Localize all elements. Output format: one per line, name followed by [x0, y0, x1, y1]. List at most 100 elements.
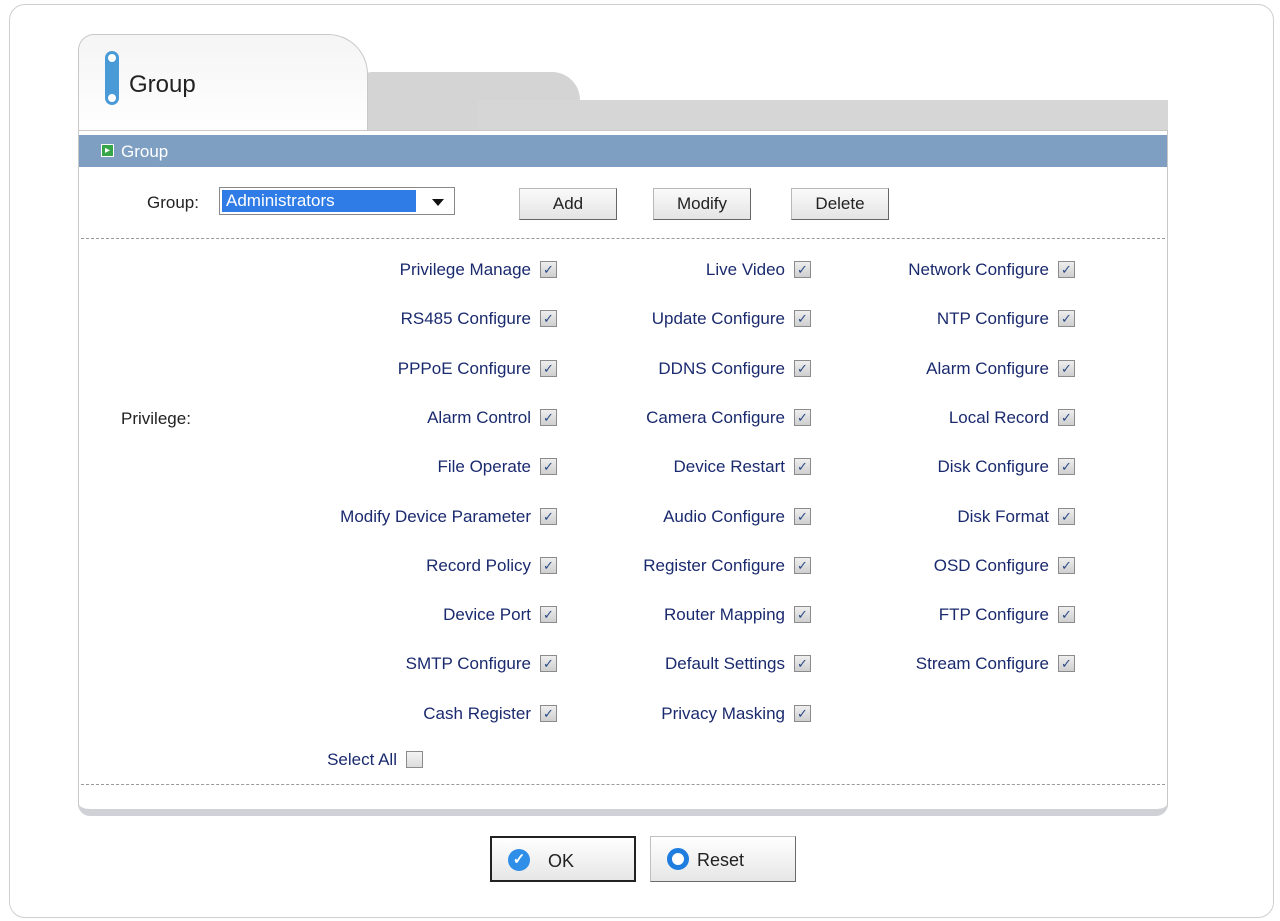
privilege-item[interactable]: Alarm Control ✓ — [257, 407, 557, 429]
privilege-item[interactable]: Stream Configure ✓ — [815, 653, 1075, 675]
privilege-checkbox[interactable]: ✓ — [794, 458, 811, 475]
check-icon: ✓ — [508, 849, 530, 871]
privilege-checkbox[interactable]: ✓ — [540, 458, 557, 475]
tab-pill-icon — [105, 51, 119, 105]
privilege-item[interactable]: Default Settings ✓ — [561, 653, 811, 675]
privilege-item[interactable]: OSD Configure ✓ — [815, 555, 1075, 577]
privilege-label-text: Network Configure — [908, 260, 1049, 279]
privilege-checkbox[interactable]: ✓ — [540, 360, 557, 377]
privilege-item[interactable]: DDNS Configure ✓ — [561, 358, 811, 380]
modify-button[interactable]: Modify — [653, 188, 751, 220]
privilege-checkbox[interactable]: ✓ — [540, 557, 557, 574]
privilege-item[interactable]: Cash Register ✓ — [257, 703, 557, 725]
privilege-label-text: Register Configure — [643, 556, 785, 575]
privilege-checkbox[interactable]: ✓ — [1058, 557, 1075, 574]
privilege-checkbox[interactable]: ✓ — [794, 508, 811, 525]
privilege-checkbox[interactable]: ✓ — [794, 655, 811, 672]
select-all-checkbox[interactable] — [406, 751, 423, 768]
tab-group[interactable]: Group — [78, 34, 368, 138]
privilege-item[interactable]: Update Configure ✓ — [561, 308, 811, 330]
privilege-checkbox[interactable]: ✓ — [794, 310, 811, 327]
privilege-checkbox[interactable]: ✓ — [540, 606, 557, 623]
privilege-item[interactable]: Record Policy ✓ — [257, 555, 557, 577]
privilege-item[interactable]: Device Port ✓ — [257, 604, 557, 626]
privilege-label-text: Local Record — [948, 408, 1049, 427]
privilege-item[interactable]: Device Restart ✓ — [561, 456, 811, 478]
privilege-checkbox[interactable]: ✓ — [540, 655, 557, 672]
privilege-checkbox[interactable]: ✓ — [540, 705, 557, 722]
privilege-checkbox[interactable]: ✓ — [1058, 655, 1075, 672]
privilege-checkbox[interactable]: ✓ — [1058, 606, 1075, 623]
privilege-item[interactable]: Local Record ✓ — [815, 407, 1075, 429]
select-all[interactable]: Select All — [295, 749, 423, 771]
privilege-checkbox[interactable]: ✓ — [540, 409, 557, 426]
privilege-checkbox[interactable]: ✓ — [794, 705, 811, 722]
privilege-label-text: Privilege Manage — [399, 260, 531, 279]
privilege-item[interactable]: Live Video ✓ — [561, 259, 811, 281]
privilege-checkbox[interactable]: ✓ — [794, 261, 811, 278]
privilege-label-text: DDNS Configure — [658, 359, 785, 378]
group-select[interactable]: Administrators — [219, 187, 455, 215]
privilege-checkbox[interactable]: ✓ — [540, 261, 557, 278]
privilege-label-text: OSD Configure — [933, 556, 1049, 575]
privilege-label-text: Default Settings — [664, 654, 785, 673]
privilege-checkbox[interactable]: ✓ — [540, 310, 557, 327]
privilege-item[interactable]: Alarm Configure ✓ — [815, 358, 1075, 380]
privilege-item[interactable]: Disk Configure ✓ — [815, 456, 1075, 478]
reset-icon — [667, 848, 689, 870]
privilege-item[interactable]: RS485 Configure ✓ — [257, 308, 557, 330]
group-panel: ▸ Group Group: Administrators Add Modify… — [78, 130, 1168, 816]
privilege-checkbox[interactable]: ✓ — [1058, 310, 1075, 327]
privilege-item[interactable]: NTP Configure ✓ — [815, 308, 1075, 330]
privilege-checkbox[interactable]: ✓ — [1058, 458, 1075, 475]
privilege-label-text: RS485 Configure — [400, 309, 531, 328]
panel-header-title: Group — [121, 142, 169, 161]
privilege-item[interactable]: Modify Device Parameter ✓ — [257, 506, 557, 528]
privilege-item[interactable]: File Operate ✓ — [257, 456, 557, 478]
add-button[interactable]: Add — [519, 188, 617, 220]
group-row: Group: Administrators Add Modify Delete — [79, 183, 1167, 223]
privilege-label-text: Modify Device Parameter — [340, 507, 531, 526]
privilege-item[interactable]: Register Configure ✓ — [561, 555, 811, 577]
privilege-item[interactable]: PPPoE Configure ✓ — [257, 358, 557, 380]
privilege-checkbox[interactable]: ✓ — [1058, 409, 1075, 426]
privilege-item[interactable]: Privilege Manage ✓ — [257, 259, 557, 281]
divider-top — [81, 238, 1165, 239]
group-select-value: Administrators — [222, 190, 416, 212]
privilege-label-text: Alarm Control — [427, 408, 531, 427]
privilege-label-text: Router Mapping — [664, 605, 785, 624]
privilege-label: Privilege: — [121, 409, 191, 428]
privilege-checkbox[interactable]: ✓ — [540, 508, 557, 525]
expand-icon: ▸ — [101, 144, 114, 157]
reset-button[interactable]: Reset — [650, 836, 796, 882]
privilege-item[interactable]: Privacy Masking ✓ — [561, 703, 811, 725]
privilege-label-text: Update Configure — [651, 309, 785, 328]
privilege-checkbox[interactable]: ✓ — [794, 606, 811, 623]
privilege-checkbox[interactable]: ✓ — [794, 360, 811, 377]
privilege-item[interactable]: SMTP Configure ✓ — [257, 653, 557, 675]
privilege-checkbox[interactable]: ✓ — [1058, 261, 1075, 278]
privilege-label-text: PPPoE Configure — [397, 359, 531, 378]
privilege-checkbox[interactable]: ✓ — [794, 557, 811, 574]
privilege-checkbox[interactable]: ✓ — [1058, 508, 1075, 525]
ok-button[interactable]: ✓ OK — [490, 836, 636, 882]
privilege-item[interactable]: Camera Configure ✓ — [561, 407, 811, 429]
privilege-checkbox[interactable]: ✓ — [794, 409, 811, 426]
privilege-item[interactable]: Router Mapping ✓ — [561, 604, 811, 626]
panel-header: ▸ Group — [79, 135, 1167, 167]
privilege-item[interactable]: Audio Configure ✓ — [561, 506, 811, 528]
privilege-label-text: FTP Configure — [938, 605, 1049, 624]
privilege-item[interactable]: FTP Configure ✓ — [815, 604, 1075, 626]
privilege-label-text: NTP Configure — [936, 309, 1049, 328]
privilege-item[interactable]: Network Configure ✓ — [815, 259, 1075, 281]
chevron-down-icon[interactable] — [432, 199, 444, 206]
divider-bottom — [81, 784, 1165, 785]
ok-label: OK — [548, 851, 575, 871]
privilege-item[interactable]: Disk Format ✓ — [815, 506, 1075, 528]
privilege-label-text: Stream Configure — [915, 654, 1049, 673]
privilege-label-text: Disk Configure — [937, 457, 1050, 476]
privilege-checkbox[interactable]: ✓ — [1058, 360, 1075, 377]
privilege-label-text: Disk Format — [957, 507, 1049, 526]
delete-button[interactable]: Delete — [791, 188, 889, 220]
reset-label: Reset — [697, 850, 745, 870]
